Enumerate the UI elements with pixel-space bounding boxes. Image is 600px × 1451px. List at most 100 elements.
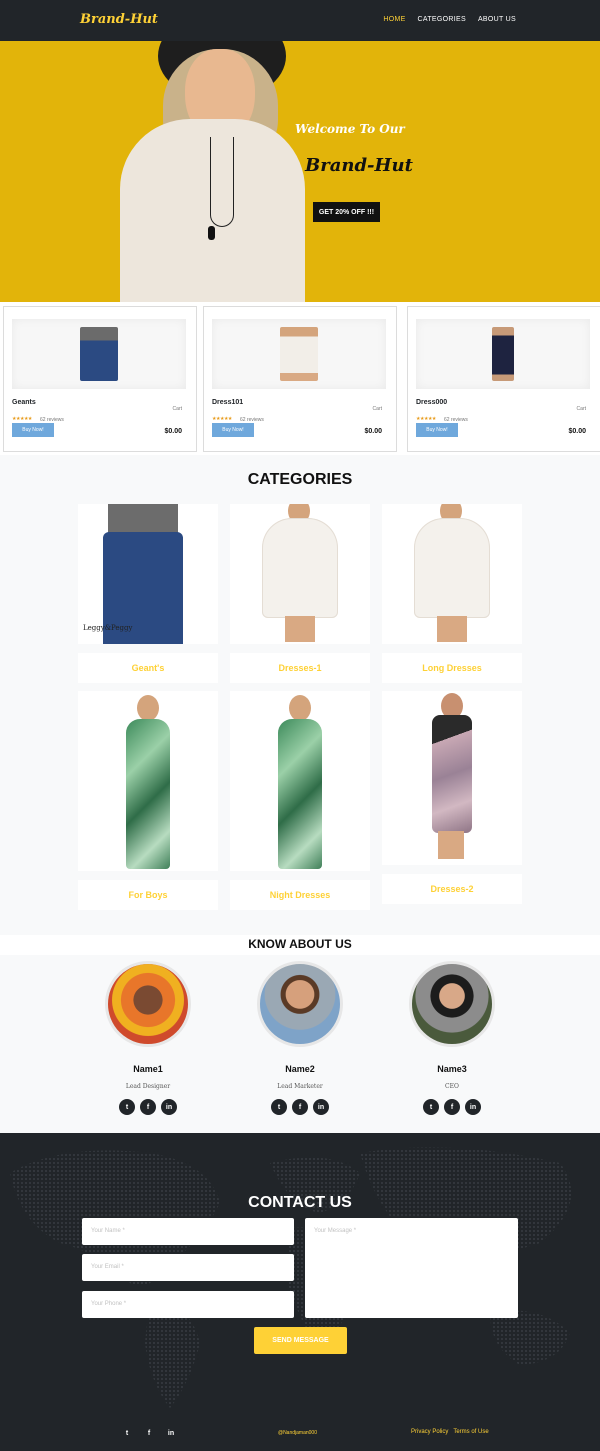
hero-model-necklace xyxy=(210,137,234,227)
privacy-policy-link[interactable]: Privacy Policy xyxy=(411,1429,448,1435)
twitter-icon[interactable]: t xyxy=(119,1099,135,1115)
category-image-long-dresses[interactable] xyxy=(382,504,522,644)
member-name: Name2 xyxy=(285,1064,315,1074)
facebook-icon[interactable]: f xyxy=(140,1099,156,1115)
linkedin-icon[interactable]: in xyxy=(313,1099,329,1115)
about-section: Name1 Lead Designer t f in Name2 Lead Ma… xyxy=(0,955,600,1133)
product-image[interactable] xyxy=(416,319,590,389)
email-input[interactable]: Your Email * xyxy=(82,1254,294,1281)
cart-link[interactable]: Cart xyxy=(373,406,382,412)
terms-of-use-link[interactable]: Terms of Use xyxy=(453,1429,488,1435)
member-role: CEO xyxy=(445,1083,459,1090)
linkedin-icon[interactable]: in xyxy=(161,1099,177,1115)
category-label-night-dresses[interactable]: Night Dresses xyxy=(230,880,370,910)
linkedin-icon[interactable]: in xyxy=(164,1426,178,1440)
category-figure-dress xyxy=(262,518,338,618)
member-role: Lead Designer xyxy=(125,1083,171,1090)
product-thumbnail xyxy=(80,327,118,381)
category-image-geants[interactable]: Leggy&Peggy xyxy=(78,504,218,644)
brand-logo[interactable]: Brand-Hut xyxy=(80,12,158,27)
product-card[interactable]: Dress000 Cart ★★★★★ 62 reviews Buy Now! … xyxy=(407,306,600,452)
phone-input[interactable]: Your Phone * xyxy=(82,1291,294,1318)
footer: t f in @Nandjaman000 Privacy Policy Term… xyxy=(0,1415,600,1451)
facebook-icon[interactable]: f xyxy=(142,1426,156,1440)
category-image-for-boys[interactable] xyxy=(78,691,218,871)
team-member: Name1 Lead Designer t f in xyxy=(88,961,208,1121)
phone-placeholder: Your Phone * xyxy=(91,1301,127,1307)
contact-title: CONTACT US xyxy=(248,1194,352,1211)
category-image-text: Leggy&Peggy xyxy=(83,624,133,632)
product-card[interactable]: Geants Cart ★★★★★ 62 reviews Buy Now! $0… xyxy=(3,306,197,452)
navbar: Brand-Hut HOME CATEGORIES ABOUT US xyxy=(0,0,600,41)
product-card[interactable]: Dress101 Cart ★★★★★ 62 reviews Buy Now! … xyxy=(203,306,397,452)
category-label-dresses-2[interactable]: Dresses-2 xyxy=(382,874,522,904)
category-figure-head xyxy=(137,695,159,721)
avatar xyxy=(409,961,495,1047)
category-figure-legs xyxy=(437,616,467,642)
nav-links: HOME CATEGORIES ABOUT US xyxy=(383,16,516,23)
avatar xyxy=(257,961,343,1047)
category-figure-top xyxy=(108,504,178,534)
message-placeholder: Your Message * xyxy=(314,1228,357,1234)
category-figure-dress xyxy=(432,715,472,833)
buy-now-button[interactable]: Buy Now! xyxy=(416,423,458,437)
nav-link-categories[interactable]: CATEGORIES xyxy=(418,16,466,23)
nav-link-about[interactable]: ABOUT US xyxy=(478,16,516,23)
buy-now-button[interactable]: Buy Now! xyxy=(212,423,254,437)
twitter-icon[interactable]: t xyxy=(423,1099,439,1115)
contact-section: CONTACT US Your Name * Your Email * Your… xyxy=(0,1133,600,1415)
about-title: KNOW ABOUT US xyxy=(248,937,352,951)
product-image[interactable] xyxy=(212,319,386,389)
category-image-dresses-1[interactable] xyxy=(230,504,370,644)
hero-model-pendant xyxy=(208,226,215,240)
product-name: Geants xyxy=(12,399,36,406)
member-socials: t f in xyxy=(392,1099,512,1115)
member-socials: t f in xyxy=(240,1099,360,1115)
categories-section: CATEGORIES Leggy&Peggy Geant's Dresses-1… xyxy=(0,455,600,935)
category-label-long-dresses[interactable]: Long Dresses xyxy=(382,653,522,683)
product-price: $0.00 xyxy=(568,428,586,435)
nav-link-home[interactable]: HOME xyxy=(383,16,405,23)
rating-stars: ★★★★★ xyxy=(212,416,232,422)
category-figure-dress xyxy=(278,719,322,869)
about-header: KNOW ABOUT US xyxy=(0,935,600,955)
cart-link[interactable]: Cart xyxy=(173,406,182,412)
products-section: Geants Cart ★★★★★ 62 reviews Buy Now! $0… xyxy=(0,303,600,455)
linkedin-icon[interactable]: in xyxy=(465,1099,481,1115)
twitter-icon[interactable]: t xyxy=(120,1426,134,1440)
category-figure-dress xyxy=(414,518,490,618)
cart-link[interactable]: Cart xyxy=(577,406,586,412)
product-thumbnail xyxy=(492,327,514,381)
hero-cta-button[interactable]: GET 20% OFF !!! xyxy=(313,202,380,222)
email-placeholder: Your Email * xyxy=(91,1264,124,1270)
product-price: $0.00 xyxy=(364,428,382,435)
product-image[interactable] xyxy=(12,319,186,389)
footer-socials: t f in xyxy=(120,1426,178,1440)
send-message-button[interactable]: SEND MESSAGE xyxy=(254,1327,347,1354)
facebook-icon[interactable]: f xyxy=(292,1099,308,1115)
category-figure-head xyxy=(289,695,311,721)
footer-links: Privacy Policy Terms of Use xyxy=(411,1429,489,1435)
product-name: Dress000 xyxy=(416,399,448,406)
category-label-geants[interactable]: Geant's xyxy=(78,653,218,683)
facebook-icon[interactable]: f xyxy=(444,1099,460,1115)
copyright-text: @Nandjaman000 xyxy=(278,1430,317,1436)
category-image-night-dresses[interactable] xyxy=(230,691,370,871)
name-placeholder: Your Name * xyxy=(91,1228,125,1234)
team-member: Name2 Lead Marketer t f in xyxy=(240,961,360,1121)
name-input[interactable]: Your Name * xyxy=(82,1218,294,1245)
category-label-for-boys[interactable]: For Boys xyxy=(78,880,218,910)
avatar xyxy=(105,961,191,1047)
product-name: Dress101 xyxy=(212,399,244,406)
member-name: Name3 xyxy=(437,1064,467,1074)
team-member: Name3 CEO t f in xyxy=(392,961,512,1121)
message-textarea[interactable]: Your Message * xyxy=(305,1218,518,1318)
member-role: Lead Marketer xyxy=(277,1083,323,1090)
twitter-icon[interactable]: t xyxy=(271,1099,287,1115)
hero-brand: Brand-Hut xyxy=(305,155,413,176)
buy-now-button[interactable]: Buy Now! xyxy=(12,423,54,437)
category-label-dresses-1[interactable]: Dresses-1 xyxy=(230,653,370,683)
category-image-dresses-2[interactable] xyxy=(382,691,522,865)
product-price: $0.00 xyxy=(164,428,182,435)
category-figure-dress xyxy=(126,719,170,869)
